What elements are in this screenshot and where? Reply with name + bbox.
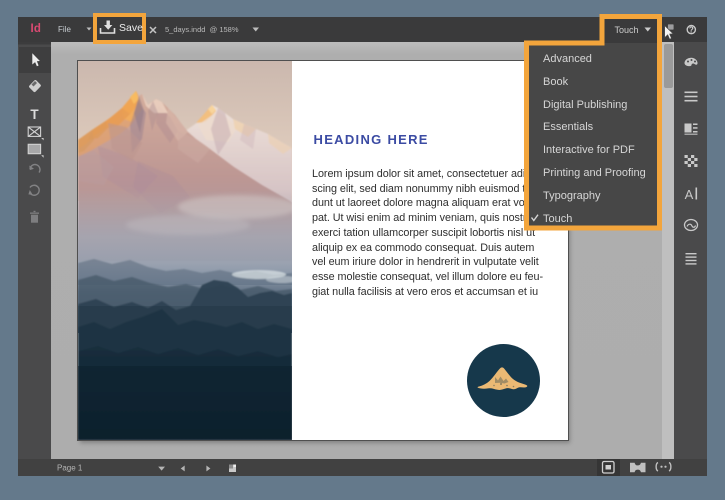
svg-text:Page 1: Page 1 bbox=[57, 464, 83, 473]
svg-text:T: T bbox=[30, 107, 39, 122]
svg-text:A: A bbox=[685, 187, 694, 202]
svg-text:?: ? bbox=[689, 26, 694, 35]
